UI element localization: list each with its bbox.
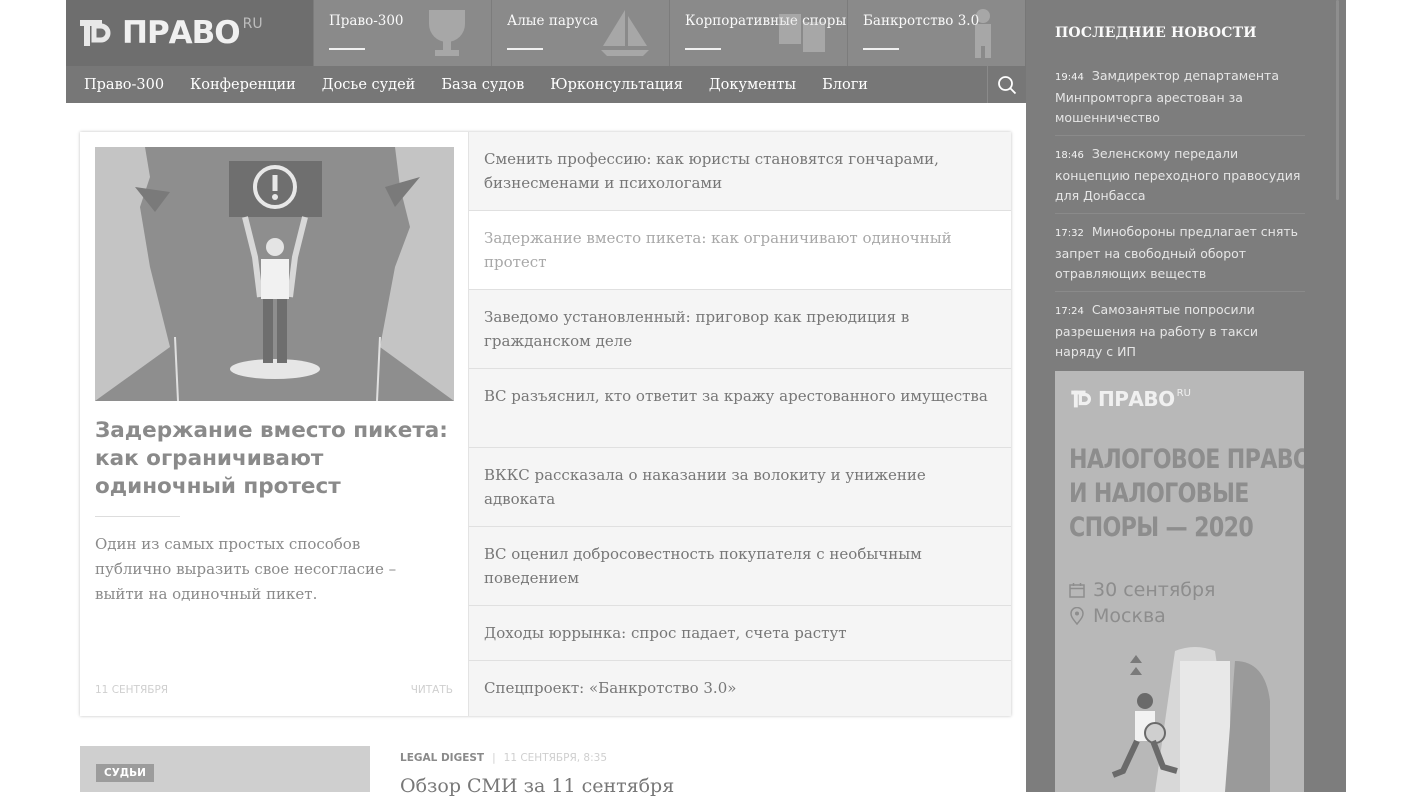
sidebar-scrollbar[interactable] <box>1336 0 1339 200</box>
banner-heading-line: НАЛОГОВОЕ ПРАВО <box>1069 444 1304 475</box>
banner-heading-line: СПОРЫ — 2020 <box>1069 512 1254 543</box>
search-button[interactable] <box>987 66 1026 103</box>
featured-date: 11 СЕНТЯБРЯ <box>95 684 169 696</box>
promo-underline <box>329 48 365 50</box>
calendar-icon <box>1069 583 1085 598</box>
news-time: 19:44 <box>1055 72 1084 83</box>
news-item[interactable]: 17:32 Минобороны предлагает снять запрет … <box>1055 222 1305 292</box>
location-pin-icon <box>1070 607 1084 625</box>
list-item[interactable]: Сменить профессию: как юристы становятся… <box>469 132 1011 211</box>
promo-underline <box>507 48 543 50</box>
banner-heading-line: И НАЛОГОВЫЕ <box>1069 478 1249 509</box>
featured-separator <box>95 516 180 517</box>
promo-tile-bankruptcy[interactable]: Банкротство 3.0 <box>847 0 1025 66</box>
featured-block: Задержание вместо пикета: как ограничива… <box>80 132 1011 716</box>
nav-item-blogs[interactable]: Блоги <box>822 77 868 93</box>
promo-label: Право-300 <box>329 13 404 29</box>
news-item[interactable]: 17:24 Самозанятые попросили разрешения на… <box>1055 300 1305 369</box>
list-item-active[interactable]: Задержание вместо пикета: как ограничива… <box>469 211 1011 290</box>
site-header: ПРАВО RU Право-300 Алые паруса Корпорати… <box>66 0 1026 103</box>
conference-banner[interactable]: ПРАВО RU НАЛОГОВОЕ ПРАВО И НАЛОГОВЫЕ СПО… <box>1055 371 1304 792</box>
banner-date: 30 сентября <box>1093 579 1216 601</box>
list-item[interactable]: ВККС рассказала о наказании за волокиту … <box>469 448 1011 527</box>
protest-illustration <box>95 147 454 401</box>
nav-item-pravo300[interactable]: Право-300 <box>84 77 164 93</box>
featured-article[interactable]: Задержание вместо пикета: как ограничива… <box>80 132 469 716</box>
news-text: Замдиректор департамента Минпромторга ар… <box>1055 68 1279 125</box>
promo-underline <box>863 48 899 50</box>
news-text: Самозанятые попросили разрешения на рабо… <box>1055 302 1259 359</box>
logo-mark-icon <box>1071 390 1091 408</box>
nav-item-courts[interactable]: База судов <box>441 77 524 93</box>
featured-read-link[interactable]: ЧИТАТЬ <box>411 684 453 696</box>
second-article-meta: LEGAL DIGEST | 11 СЕНТЯБРЯ, 8:35 <box>400 752 607 764</box>
sailboat-icon <box>601 10 649 56</box>
news-text: Минобороны предлагает снять запрет на св… <box>1055 224 1298 281</box>
logo-text: ПРАВО <box>122 15 241 51</box>
list-item[interactable]: ВС оценил добросовестность покупателя с … <box>469 527 1011 606</box>
banner-date-row: 30 сентября <box>1069 579 1215 601</box>
promo-tile-alye-parusa[interactable]: Алые паруса <box>491 0 669 66</box>
nav-item-consultation[interactable]: Юрконсультация <box>550 77 683 93</box>
main-nav: Право-300 Конференции Досье судей База с… <box>66 66 1026 103</box>
news-time: 18:46 <box>1055 150 1084 161</box>
promo-tiles: Право-300 Алые паруса Корпоративные спор… <box>313 0 1025 66</box>
news-item[interactable]: 19:44 Замдиректор департамента Минпромтор… <box>1055 66 1305 136</box>
trophy-icon <box>429 10 465 56</box>
promo-underline <box>685 48 721 50</box>
page-left-gutter <box>0 0 66 792</box>
meta-separator: | <box>492 752 496 764</box>
banner-logo-text: ПРАВО <box>1098 387 1175 411</box>
logo-suffix: RU <box>242 16 263 32</box>
second-article-date: 11 СЕНТЯБРЯ, 8:35 <box>503 752 607 764</box>
list-item[interactable]: Спецпроект: «Банкротство 3.0» <box>469 661 1011 716</box>
featured-image[interactable] <box>95 147 454 401</box>
banner-heading: НАЛОГОВОЕ ПРАВО И НАЛОГОВЫЕ СПОРЫ — 2020 <box>1069 443 1304 545</box>
news-item[interactable]: 18:46 Зеленскому передали концепцию перех… <box>1055 144 1305 214</box>
news-time: 17:32 <box>1055 228 1084 239</box>
second-article-title[interactable]: Обзор СМИ за 11 сентября <box>400 775 674 797</box>
list-item[interactable]: ВС разъяснил, кто ответит за кражу арест… <box>469 369 1011 448</box>
list-item[interactable]: Доходы юррынка: спрос падает, счета раст… <box>469 606 1011 661</box>
featured-title[interactable]: Задержание вместо пикета: как ограничива… <box>95 417 455 501</box>
logo-mark-icon <box>80 20 111 46</box>
article-list: Сменить профессию: как юристы становятся… <box>469 132 1011 716</box>
banner-logo-suffix: RU <box>1176 387 1191 399</box>
nav-item-judges[interactable]: Досье судей <box>322 77 416 93</box>
sidebar-title: ПОСЛЕДНИЕ НОВОСТИ <box>1055 25 1257 41</box>
banner-logo: ПРАВО RU <box>1070 387 1191 411</box>
banner-illustration <box>1111 647 1270 792</box>
nav-item-documents[interactable]: Документы <box>709 77 796 93</box>
documents-icon <box>779 14 825 52</box>
category-badge[interactable]: СУДЬИ <box>96 764 154 782</box>
featured-lead: Один из самых простых способов публично … <box>95 535 397 603</box>
list-item[interactable]: Заведомо установленный: приговор как пре… <box>469 290 1011 369</box>
banner-city-row: Москва <box>1069 605 1166 627</box>
site-logo[interactable]: ПРАВО RU <box>66 0 313 66</box>
banner-city: Москва <box>1093 605 1166 627</box>
news-text: Зеленскому передали концепцию переходног… <box>1055 146 1301 203</box>
search-icon <box>998 75 1017 94</box>
nav-item-conferences[interactable]: Конференции <box>190 77 296 93</box>
news-time: 17:24 <box>1055 306 1084 317</box>
latest-news-list: 19:44 Замдиректор департамента Минпромтор… <box>1055 66 1305 377</box>
news-sidebar: ПОСЛЕДНИЕ НОВОСТИ 19:44 Замдиректор депар… <box>1026 0 1346 792</box>
promo-label: Алые паруса <box>507 13 599 29</box>
promo-tile-pravo300[interactable]: Право-300 <box>313 0 491 66</box>
promo-tile-corporate-disputes[interactable]: Корпоративные споры <box>669 0 847 66</box>
second-article-category[interactable]: LEGAL DIGEST <box>400 752 484 764</box>
person-icon <box>975 9 991 58</box>
